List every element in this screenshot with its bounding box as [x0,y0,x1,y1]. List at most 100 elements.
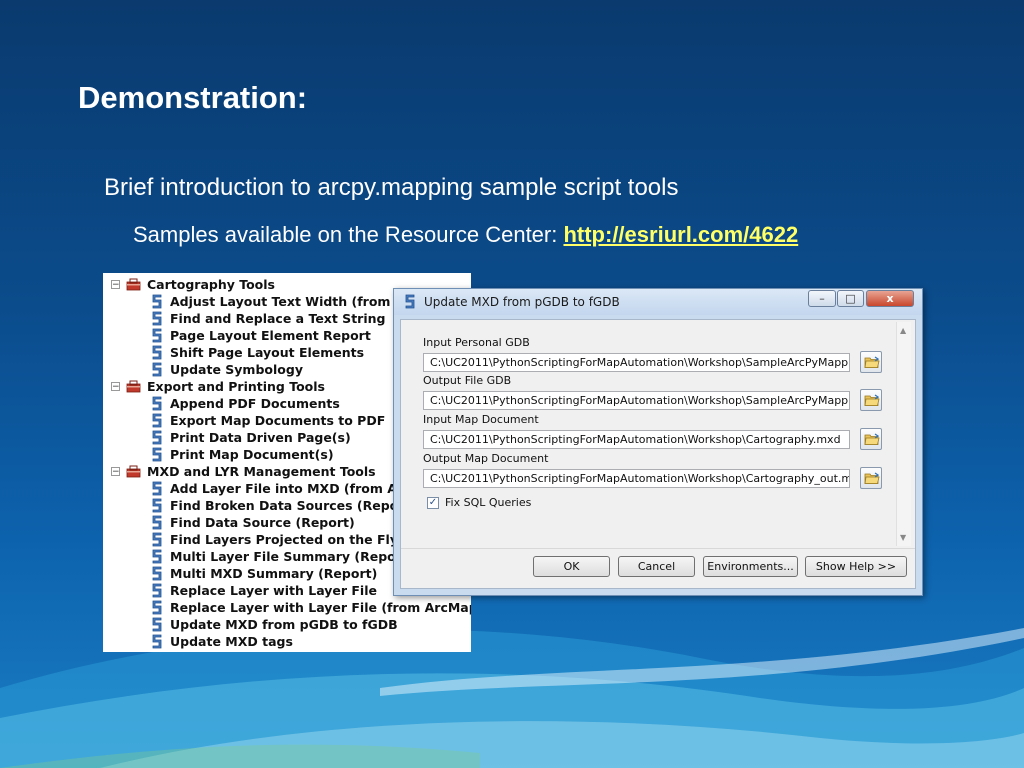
bullet-samples-text: Samples available on the Resource Center… [133,222,564,247]
tree-item-label: Page Layout Element Report [170,328,371,343]
collapse-toggle-icon[interactable]: − [111,280,120,290]
path-input[interactable]: C:\UC2011\PythonScriptingForMapAutomatio… [423,430,850,449]
environments-button[interactable]: Environments... [703,556,798,577]
tree-item-label: Multi MXD Summary (Report) [170,566,378,581]
field-label: Input Map Document [423,413,539,426]
collapse-toggle-icon[interactable]: − [111,382,120,392]
tree-item[interactable]: Replace Layer with Layer File (from ArcM… [150,599,471,616]
path-input[interactable]: C:\UC2011\PythonScriptingForMapAutomatio… [423,391,850,410]
script-icon [150,362,164,377]
tree-item[interactable]: Add Layer File into MXD (from Ar [150,480,403,497]
path-input[interactable]: C:\UC2011\PythonScriptingForMapAutomatio… [423,469,850,488]
maximize-button[interactable]: □ [837,290,864,307]
tree-item-label: Append PDF Documents [170,396,340,411]
toolbox-group-label: Export and Printing Tools [147,379,325,394]
toolbox-group[interactable]: − Cartography Tools [111,276,275,293]
toolbox-icon [126,465,141,478]
tool-dialog: Update MXD from pGDB to fGDB – □ x Input… [393,288,923,596]
browse-folder-button[interactable] [860,389,882,411]
script-icon [150,617,164,632]
tree-item[interactable]: Append PDF Documents [150,395,340,412]
tree-item-label: Update MXD from pGDB to fGDB [170,617,398,632]
tree-item[interactable]: Find and Replace a Text String [150,310,385,327]
script-icon [150,345,164,360]
tree-item[interactable]: Adjust Layout Text Width (from A [150,293,405,310]
script-icon [150,481,164,496]
minimize-button[interactable]: – [808,290,836,307]
script-icon [150,447,164,462]
script-icon [150,600,164,615]
close-button[interactable]: x [866,290,914,307]
scroll-down-icon[interactable]: ▼ [900,533,906,542]
tree-item[interactable]: Print Map Document(s) [150,446,334,463]
script-icon [150,294,164,309]
script-icon [150,549,164,564]
tree-item-label: Find Data Source (Report) [170,515,355,530]
script-icon [150,396,164,411]
tree-item[interactable]: Multi MXD Summary (Report) [150,565,377,582]
script-icon [150,515,164,530]
toolbox-group[interactable]: − Export and Printing Tools [111,378,325,395]
field-label: Output File GDB [423,374,512,387]
script-icon [150,498,164,513]
dialog-client: Input Personal GDB C:\UC2011\PythonScript… [400,319,916,589]
script-icon [150,413,164,428]
button-divider [401,548,915,549]
bullet-samples: Samples available on the Resource Center… [133,222,798,248]
toolbox-group[interactable]: − MXD and LYR Management Tools [111,463,376,480]
tree-item-label: Find Layers Projected on the Fly (I [170,532,413,547]
scroll-up-icon[interactable]: ▲ [900,326,906,335]
tree-item[interactable]: Export Map Documents to PDF [150,412,385,429]
vertical-scrollbar[interactable]: ▲ ▼ [896,322,911,546]
script-icon [150,566,164,581]
resource-center-link[interactable]: http://esriurl.com/4622 [563,222,798,247]
tree-item[interactable]: Replace Layer with Layer File [150,582,377,599]
show-help-button[interactable]: Show Help >> [805,556,907,577]
tree-item[interactable]: Shift Page Layout Elements [150,344,364,361]
ok-button[interactable]: OK [533,556,610,577]
tree-item[interactable]: Update MXD tags [150,633,293,650]
tree-item-label: Replace Layer with Layer File [170,583,377,598]
toolbox-group-label: Cartography Tools [147,277,275,292]
tree-item[interactable]: Update MXD from pGDB to fGDB [150,616,398,633]
tree-item-label: Add Layer File into MXD (from Ar [170,481,404,496]
toolbox-group-label: MXD and LYR Management Tools [147,464,376,479]
toolbox-icon [126,380,141,393]
script-icon [403,294,417,313]
tree-item-label: Multi Layer File Summary (Report [170,549,408,564]
tree-item[interactable]: Multi Layer File Summary (Report [150,548,408,565]
tree-item[interactable]: Find Layers Projected on the Fly (I [150,531,413,548]
dialog-title: Update MXD from pGDB to fGDB [424,295,620,309]
tree-item-label: Adjust Layout Text Width (from A [170,294,405,309]
field-label: Input Personal GDB [423,336,530,349]
script-icon [150,634,164,649]
tree-item-label: Shift Page Layout Elements [170,345,365,360]
script-icon [150,311,164,326]
tree-item-label: Update MXD tags [170,634,293,649]
path-input[interactable]: C:\UC2011\PythonScriptingForMapAutomatio… [423,353,850,372]
tree-item-label: Print Data Driven Page(s) [170,430,351,445]
script-icon [150,430,164,445]
dialog-titlebar[interactable]: Update MXD from pGDB to fGDB – □ x [394,289,922,315]
slide-title: Demonstration: [78,80,308,115]
browse-folder-button[interactable] [860,428,882,450]
tree-item-label: Update Symbology [170,362,303,377]
bullet-intro: Brief introduction to arcpy.mapping samp… [104,174,679,201]
tree-item[interactable]: Print Data Driven Page(s) [150,429,351,446]
tree-item-label: Find Broken Data Sources (Report [170,498,411,513]
fix-sql-checkbox[interactable]: ✓ [427,497,439,509]
tree-item[interactable]: Find Broken Data Sources (Report [150,497,410,514]
field-label: Output Map Document [423,452,549,465]
tree-item-label: Print Map Document(s) [170,447,334,462]
script-icon [150,583,164,598]
collapse-toggle-icon[interactable]: − [111,467,120,477]
browse-folder-button[interactable] [860,351,882,373]
tree-item[interactable]: Page Layout Element Report [150,327,371,344]
browse-folder-button[interactable] [860,467,882,489]
tree-item[interactable]: Update Symbology [150,361,303,378]
tree-item[interactable]: Find Data Source (Report) [150,514,355,531]
toolbox-icon [126,278,141,291]
cancel-button[interactable]: Cancel [618,556,695,577]
tree-item-label: Find and Replace a Text String [170,311,386,326]
parameters-pane: Input Personal GDB C:\UC2011\PythonScript… [403,322,911,546]
